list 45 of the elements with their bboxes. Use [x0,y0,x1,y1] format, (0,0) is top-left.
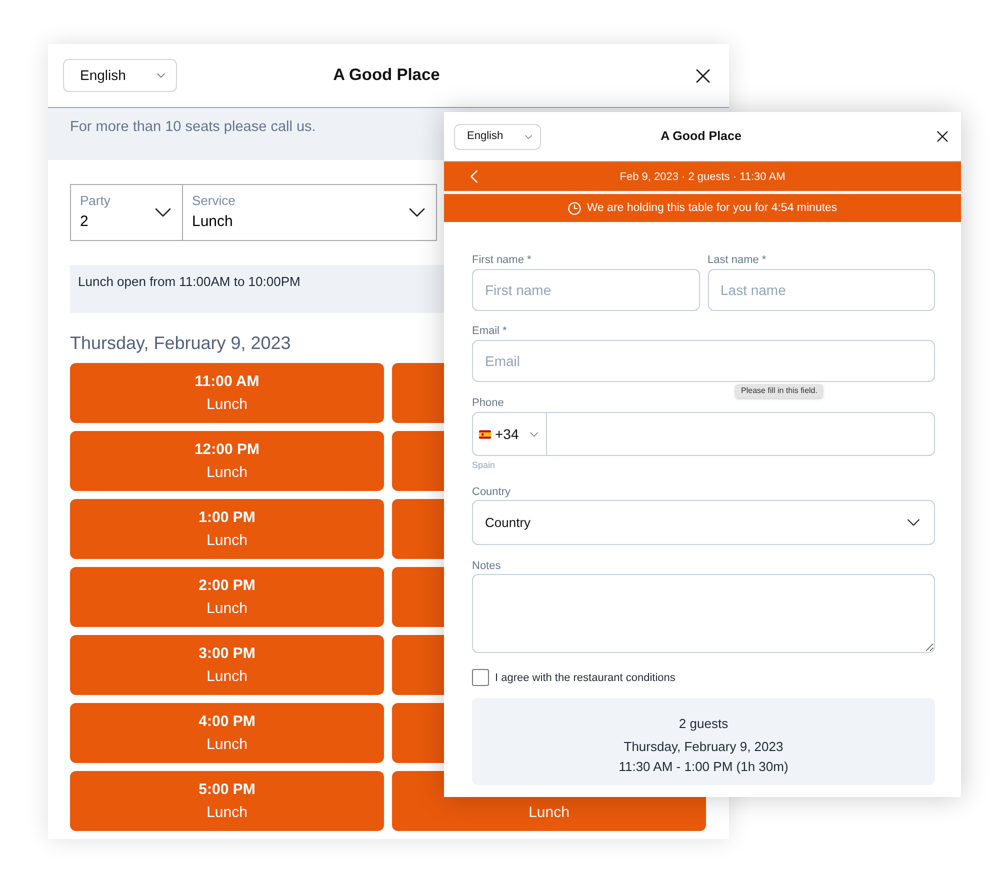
validation-tooltip: Please fill in this field. [735,384,824,398]
email-field[interactable]: Email [472,340,935,382]
chevron-down-icon [907,519,920,526]
caret-icon [157,73,165,78]
field-label: First name * [472,253,532,267]
time-slot-button[interactable]: 12:00 PM Lunch [70,431,384,491]
caret-icon [530,432,538,436]
close-icon[interactable] [937,131,948,142]
field-label: Last name * [708,253,768,267]
first-name-field[interactable]: First name [472,269,700,311]
field-label: Email * [472,324,508,338]
checkbox[interactable] [472,669,489,686]
booking-summary-text: Feb 9, 2023 · 2 guests · 11:30 AM [620,170,786,184]
chevron-down-icon [155,208,171,217]
time-slot-button[interactable]: 3:00 PM Lunch [70,635,384,695]
back-icon[interactable] [470,170,478,183]
country-select[interactable]: Country [472,500,935,545]
field-label: Notes [472,559,502,573]
last-name-field[interactable]: Last name [708,269,935,311]
time-slot-button[interactable]: 4:00 PM Lunch [70,703,384,763]
time-slot-button[interactable]: 1:00 PM Lunch [70,499,384,559]
date-heading: Thursday, February 9, 2023 [70,333,292,353]
notes-field[interactable] [472,574,935,653]
language-select[interactable]: English [63,59,177,92]
country-hint: Spain [472,459,496,471]
time-slot-button[interactable]: 5:00 PM Lunch [70,771,384,831]
dropdown-select[interactable]: Service Lunch [183,184,437,241]
caret-icon [525,134,532,138]
conditions-label: I agree with the restaurant conditions [495,670,676,684]
country-code-select[interactable]: +34 [473,413,547,455]
restaurant-name: A Good Place [333,65,440,86]
reservation-date: Thursday, February 9, 2023 [624,739,784,755]
time-slot-button[interactable]: 11:00 AM Lunch [70,363,384,423]
phone-field[interactable]: +34 [472,412,935,456]
field-label: Country [472,485,512,499]
language-select[interactable]: English [454,124,541,150]
clock-icon [568,202,581,214]
chevron-down-icon [409,208,425,217]
close-icon[interactable] [696,68,710,82]
field-label: Phone [472,396,505,410]
dropdown-select[interactable]: Party 2 [70,184,183,241]
time-slot-button[interactable]: 2:00 PM Lunch [70,567,384,627]
flag-icon [479,430,491,438]
hold-timer-text: We are holding this table for you for 4:54 minutes [586,201,838,216]
guest-count: 2 guests [678,716,728,732]
